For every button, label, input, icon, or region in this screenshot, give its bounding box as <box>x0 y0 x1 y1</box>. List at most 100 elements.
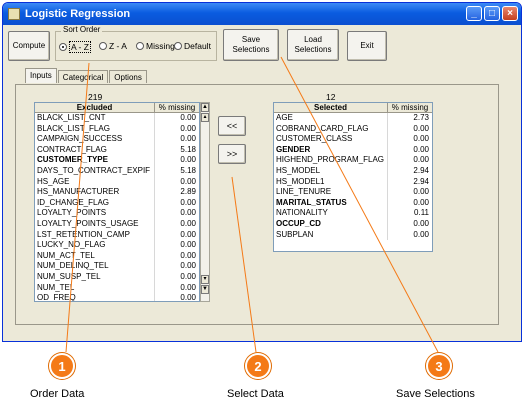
list-item[interactable]: BLACK_LIST_FLAG 0.00 <box>35 123 199 135</box>
radio-icon <box>99 42 107 50</box>
excluded-header[interactable]: Excluded <box>35 103 155 112</box>
logistic-regression-window: Logistic Regression _ □ × Compute Sort O… <box>2 2 522 342</box>
save-selections-button[interactable]: Save Selections <box>223 29 279 61</box>
radio-icon <box>136 42 144 50</box>
scroll-bottom-icon[interactable]: ▼ <box>201 285 209 294</box>
sort-za-radio[interactable]: Z - A <box>99 41 127 51</box>
list-item[interactable]: LOYALTY_POINTS 0.00 <box>35 208 199 219</box>
missing-pct: 0.11 <box>414 208 429 218</box>
variable-name: COBRAND_CARD_FLAG <box>274 123 388 135</box>
missing-pct: 0.00 <box>180 240 196 250</box>
missing-pct: 2.89 <box>180 187 196 197</box>
missing-pct: 0.00 <box>180 113 196 122</box>
title-bar[interactable]: Logistic Regression _ □ × <box>3 3 521 25</box>
variable-name: BLACK_LIST_CNT <box>35 113 155 124</box>
tab-categorical[interactable]: Categorical <box>57 70 109 83</box>
list-item[interactable]: LST_RETENTION_CAMP 0.00 <box>35 229 199 241</box>
list-item[interactable]: HS_MODEL1 2.94 <box>274 176 432 188</box>
variable-name: CONTRACT_FLAG <box>35 144 155 156</box>
excluded-scrollbar[interactable]: ▲ ▴ ▾ ▼ <box>200 102 210 302</box>
excluded-pct-header[interactable]: % missing <box>155 103 199 112</box>
missing-pct: 0.00 <box>180 218 196 228</box>
callout-2: 2 <box>245 353 271 379</box>
scroll-up-icon[interactable]: ▴ <box>201 113 209 122</box>
list-item[interactable]: LUCKY_NO_FLAG 0.00 <box>35 240 199 251</box>
add-to-selected-button[interactable]: >> <box>218 144 246 164</box>
variable-name: LST_RETENTION_CAMP <box>35 229 155 241</box>
list-item[interactable]: GENDER 0.00 <box>274 144 432 156</box>
list-item[interactable]: SUBPLAN 0.00 <box>274 229 432 241</box>
missing-pct: 2.73 <box>413 113 429 122</box>
list-item[interactable]: NUM_DELINQ_TEL 0.00 <box>35 261 199 272</box>
list-item[interactable]: LOYALTY_POINTS_USAGE 0.00 <box>35 218 199 230</box>
sort-az-radio[interactable]: A - Z <box>59 41 91 53</box>
list-item[interactable]: DAYS_TO_CONTRACT_EXPIF 5.18 <box>35 165 199 177</box>
variable-name: LINE_TENURE <box>274 187 388 198</box>
variable-name: GENDER <box>274 144 388 156</box>
variable-name: CUSTOMER_TYPE <box>35 155 155 166</box>
missing-pct: 0.00 <box>180 197 196 207</box>
variable-name: HS_AGE <box>35 176 155 188</box>
variable-name: NUM_TEL <box>35 282 155 294</box>
window-title: Logistic Regression <box>25 8 131 20</box>
list-item[interactable]: CAMPAIGN_SUCCESS 0.00 <box>35 134 199 145</box>
list-item[interactable]: CUSTOMER_CLASS 0.00 <box>274 134 432 145</box>
list-item[interactable]: OCCUP_CD 0.00 <box>274 218 432 230</box>
missing-pct: 0.00 <box>180 250 196 260</box>
selected-list[interactable]: Selected % missing AGE 2.73 COBRAND_CARD_F… <box>273 102 433 252</box>
missing-pct: 0.00 <box>413 229 429 239</box>
load-selections-button[interactable]: Load Selections <box>287 29 339 61</box>
sort-default-radio[interactable]: Default <box>174 41 211 51</box>
excluded-list[interactable]: Excluded % missing BLACK_LIST_CNT 0.00 BLA… <box>34 102 200 302</box>
compute-button[interactable]: Compute <box>8 31 50 61</box>
list-item[interactable]: LINE_TENURE 0.00 <box>274 187 432 198</box>
list-item[interactable]: NUM_TEL 0.00 <box>35 282 199 294</box>
sort-missing-radio[interactable]: Missing <box>136 41 175 51</box>
variable-name: NUM_SUSP_TEL <box>35 271 155 283</box>
list-item[interactable]: HS_MODEL 2.94 <box>274 165 432 177</box>
missing-pct: 2.94 <box>413 176 429 186</box>
scroll-down-icon[interactable]: ▾ <box>201 275 209 284</box>
list-item[interactable]: NUM_ACT_TEL 0.00 <box>35 250 199 262</box>
scroll-top-icon[interactable]: ▲ <box>201 103 209 112</box>
add-to-excluded-button[interactable]: << <box>218 116 246 136</box>
tab-inputs[interactable]: Inputs <box>25 68 57 83</box>
list-item[interactable]: NUM_SUSP_TEL 0.00 <box>35 271 199 283</box>
missing-pct: 5.18 <box>180 165 196 175</box>
close-button[interactable]: × <box>502 6 518 21</box>
missing-pct: 0.00 <box>413 197 429 207</box>
missing-pct: 0.00 <box>413 144 429 154</box>
missing-pct: 0.00 <box>180 208 196 218</box>
missing-pct: 2.94 <box>413 165 429 175</box>
excluded-count: 219 <box>88 92 103 102</box>
maximize-button[interactable]: □ <box>484 6 500 21</box>
list-item[interactable]: HS_AGE 0.00 <box>35 176 199 188</box>
list-item[interactable]: ID_CHANGE_FLAG 0.00 <box>35 197 199 209</box>
list-item[interactable]: OD_FREQ 0.00 <box>35 293 199 301</box>
selected-header[interactable]: Selected <box>274 103 388 112</box>
radio-icon <box>59 43 67 51</box>
variable-name: OD_FREQ <box>35 293 155 301</box>
list-item[interactable]: NATIONALITY 0.11 <box>274 208 432 219</box>
list-item[interactable]: CONTRACT_FLAG 5.18 <box>35 144 199 156</box>
radio-icon <box>174 42 182 50</box>
variable-name: CAMPAIGN_SUCCESS <box>35 134 155 145</box>
missing-pct: 0.00 <box>413 134 429 144</box>
tab-options[interactable]: Options <box>109 70 147 83</box>
list-item[interactable]: HIGHEND_PROGRAM_FLAG 0.00 <box>274 155 432 166</box>
list-item[interactable]: CUSTOMER_TYPE 0.00 <box>35 155 199 166</box>
list-item[interactable]: HS_MANUFACTURER 2.89 <box>35 187 199 198</box>
missing-pct: 0.00 <box>180 261 196 271</box>
list-item[interactable]: MARITAL_STATUS 0.00 <box>274 197 432 209</box>
minimize-button[interactable]: _ <box>466 6 482 21</box>
missing-pct: 0.00 <box>180 176 196 186</box>
variable-name: LOYALTY_POINTS_USAGE <box>35 218 155 230</box>
list-item[interactable]: AGE 2.73 <box>274 113 432 124</box>
exit-button[interactable]: Exit <box>347 31 387 61</box>
selected-pct-header[interactable]: % missing <box>388 103 432 112</box>
list-item[interactable]: COBRAND_CARD_FLAG 0.00 <box>274 123 432 135</box>
variable-name: BLACK_LIST_FLAG <box>35 123 155 135</box>
inputs-panel: 219 Excluded % missing BLACK_LIST_CNT 0.0… <box>15 84 499 325</box>
list-item[interactable]: BLACK_LIST_CNT 0.00 <box>35 113 199 124</box>
variable-name: SUBPLAN <box>274 229 388 241</box>
